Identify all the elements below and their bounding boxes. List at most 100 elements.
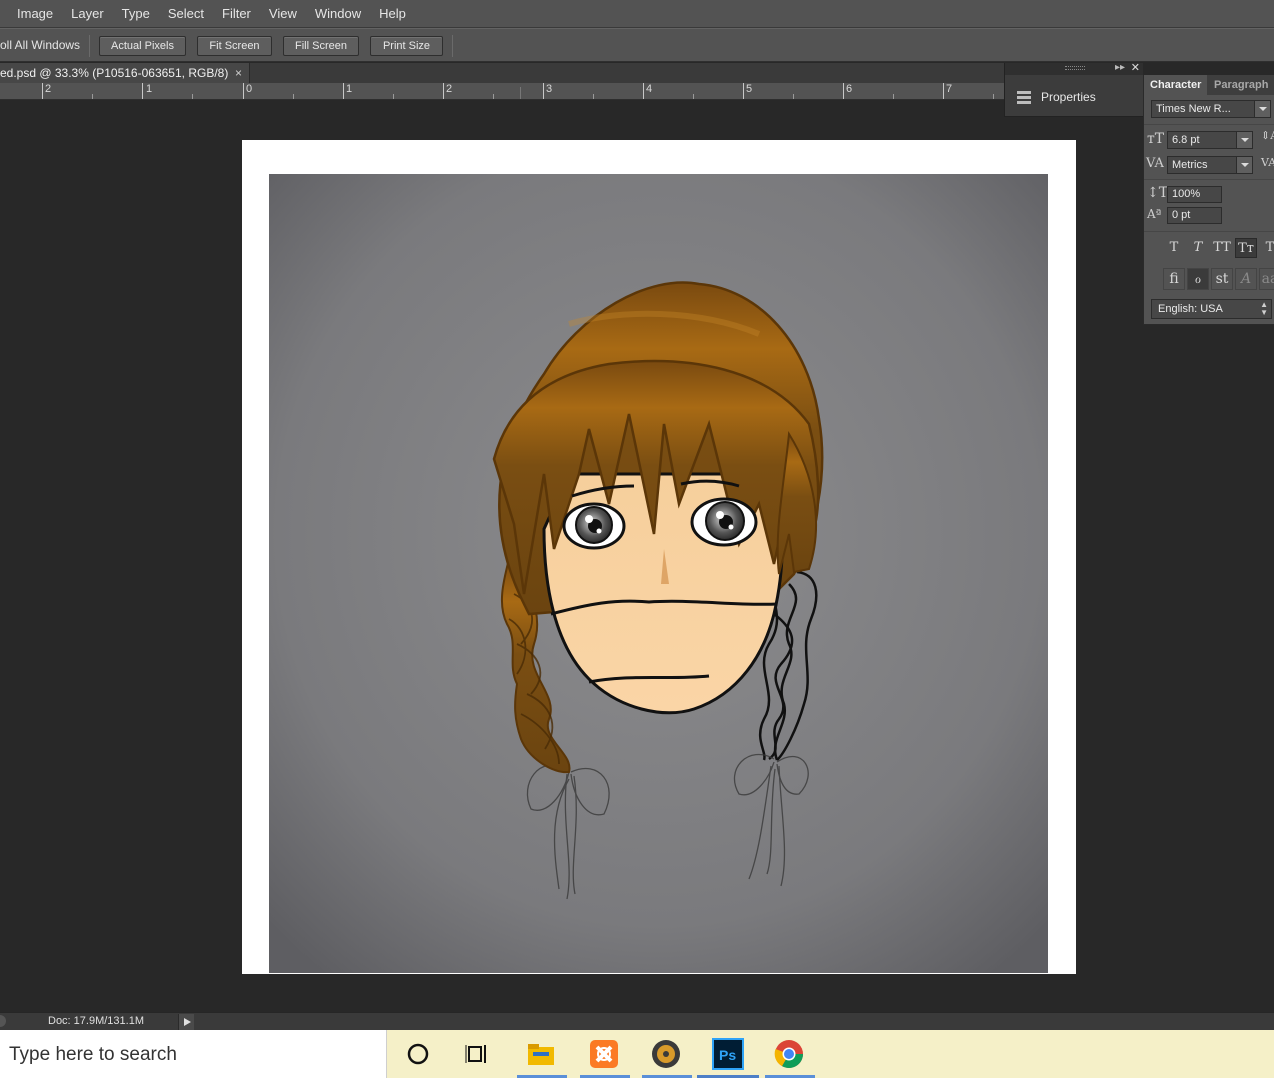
ruler-minor-tick <box>92 94 93 99</box>
ruler-label: 5 <box>746 83 753 95</box>
chevron-down-icon[interactable] <box>1236 157 1252 173</box>
fit-screen-button[interactable]: Fit Screen <box>197 36 272 56</box>
actual-pixels-button[interactable]: Actual Pixels <box>99 36 186 56</box>
taskbar-search-box[interactable]: Type here to search <box>0 1030 387 1078</box>
chevron-down-icon[interactable] <box>1254 101 1270 117</box>
font-size-dropdown[interactable]: 6.8 pt <box>1167 131 1253 149</box>
kerning-dropdown[interactable]: Metrics <box>1167 156 1253 174</box>
ruler-major-tick <box>42 83 43 99</box>
document-size: Doc: 17.9M/131.1M <box>48 1015 144 1027</box>
ruler-label: 7 <box>946 83 953 95</box>
discretionary-ligatures-button[interactable]: st <box>1211 268 1233 290</box>
divider <box>1144 231 1274 232</box>
media-player-icon[interactable] <box>650 1038 682 1070</box>
scroll-all-windows-checkbox[interactable]: oll All Windows <box>0 38 80 52</box>
menu-filter[interactable]: Filter <box>213 0 260 28</box>
font-family-value: Times New R... <box>1156 103 1231 115</box>
faux-italic-button[interactable]: T <box>1187 238 1209 258</box>
menu-window[interactable]: Window <box>306 0 370 28</box>
print-size-button[interactable]: Print Size <box>370 36 443 56</box>
properties-label: Properties <box>1041 90 1096 104</box>
vertical-scale-input[interactable]: 100% <box>1167 186 1222 203</box>
dock-grip-icon[interactable] <box>1065 66 1085 70</box>
menu-help[interactable]: Help <box>370 0 415 28</box>
chevron-down-icon[interactable] <box>1236 132 1252 148</box>
baseline-shift-icon: Aª <box>1147 207 1162 221</box>
faux-bold-button[interactable]: T <box>1163 238 1185 258</box>
document-tab[interactable]: ed.psd @ 33.3% (P10516-063651, RGB/8) × <box>0 63 250 83</box>
standard-ligatures-button[interactable]: fi <box>1163 268 1185 290</box>
fill-screen-button[interactable]: Fill Screen <box>283 36 359 56</box>
ruler-major-tick <box>843 83 844 99</box>
character-panel: Character Paragraph Times New R... ᴛT 6.… <box>1143 75 1274 325</box>
xampp-icon[interactable] <box>588 1038 620 1070</box>
divider <box>1144 179 1274 180</box>
ruler-label: 6 <box>846 83 853 95</box>
dock-header[interactable]: ▸▸ ✕ <box>1005 61 1143 75</box>
menu-bar: Image Layer Type Select Filter View Wind… <box>0 0 1274 28</box>
ruler-minor-tick <box>192 94 193 99</box>
file-explorer-icon[interactable] <box>525 1038 557 1070</box>
baseline-shift-input[interactable]: 0 pt <box>1167 207 1222 224</box>
language-dropdown[interactable]: English: USA ▲ ▼ <box>1151 299 1272 319</box>
tab-character[interactable]: Character <box>1144 75 1208 95</box>
ruler-minor-tick <box>493 94 494 99</box>
ruler-cursor-marker <box>520 87 521 99</box>
svg-text:Ps: Ps <box>719 1047 736 1063</box>
font-size-value: 6.8 pt <box>1172 134 1200 146</box>
properties-icon <box>1015 89 1033 105</box>
ruler-minor-tick <box>993 94 994 99</box>
windows-taskbar: Type here to search Ps <box>0 1030 1274 1078</box>
menu-select[interactable]: Select <box>159 0 213 28</box>
ruler-minor-tick <box>893 94 894 99</box>
horizontal-ruler[interactable]: 2 1 0 1 2 3 4 5 6 7 <box>0 83 1004 100</box>
font-size-icon: ᴛT <box>1147 131 1165 147</box>
tab-paragraph[interactable]: Paragraph <box>1208 75 1274 95</box>
ruler-minor-tick <box>393 94 394 99</box>
cortana-icon[interactable] <box>402 1038 434 1070</box>
canvas-area[interactable] <box>0 100 1143 1012</box>
font-family-dropdown[interactable]: Times New R... <box>1151 100 1271 118</box>
chrome-icon[interactable] <box>773 1038 805 1070</box>
updown-arrows-icon[interactable]: ▲ ▼ <box>1260 301 1268 317</box>
ruler-label: 2 <box>45 83 52 95</box>
task-view-icon[interactable] <box>462 1038 494 1070</box>
close-panel-icon[interactable]: ✕ <box>1131 61 1140 74</box>
kerning-value: Metrics <box>1172 159 1208 171</box>
document-tab-title: ed.psd @ 33.3% (P10516-063651, RGB/8) <box>0 66 229 80</box>
status-bar: Doc: 17.9M/131.1M <box>0 1012 1274 1030</box>
document-tab-row: ed.psd @ 33.3% (P10516-063651, RGB/8) × <box>0 63 1004 83</box>
stylistic-alternates-button[interactable]: aa <box>1259 268 1274 290</box>
menu-type[interactable]: Type <box>113 0 159 28</box>
photoshop-icon[interactable]: Ps <box>712 1038 744 1070</box>
collapse-icon[interactable]: ▸▸ <box>1115 62 1125 73</box>
ruler-major-tick <box>743 83 744 99</box>
document-canvas[interactable] <box>242 140 1076 974</box>
all-caps-button[interactable]: TT <box>1211 238 1233 258</box>
properties-button[interactable]: Properties <box>1015 89 1096 105</box>
zoom-field[interactable] <box>0 1015 6 1027</box>
ruler-major-tick <box>343 83 344 99</box>
close-icon[interactable]: × <box>235 63 242 83</box>
menu-layer[interactable]: Layer <box>62 0 113 28</box>
swash-button[interactable]: A <box>1235 268 1257 290</box>
ruler-major-tick <box>243 83 244 99</box>
contextual-alternates-button[interactable]: ℴ <box>1187 268 1209 290</box>
menu-view[interactable]: View <box>260 0 306 28</box>
superscript-button[interactable]: T <box>1259 238 1274 258</box>
small-caps-button[interactable]: Tт <box>1235 238 1257 258</box>
options-bar: oll All Windows Actual Pixels Fit Screen… <box>0 28 1274 62</box>
options-separator <box>89 35 90 57</box>
left-eye <box>562 502 626 550</box>
ruler-label: 2 <box>446 83 453 95</box>
options-separator <box>452 35 453 57</box>
ruler-major-tick <box>643 83 644 99</box>
ruler-major-tick <box>543 83 544 99</box>
ruler-label: 3 <box>546 83 553 95</box>
status-menu-arrow-icon[interactable] <box>178 1014 194 1030</box>
vertical-scale-icon: ↕T <box>1147 185 1169 201</box>
ruler-label: 0 <box>246 83 253 95</box>
ruler-major-tick <box>943 83 944 99</box>
menu-image[interactable]: Image <box>8 0 62 28</box>
ruler-label: 1 <box>146 83 153 95</box>
